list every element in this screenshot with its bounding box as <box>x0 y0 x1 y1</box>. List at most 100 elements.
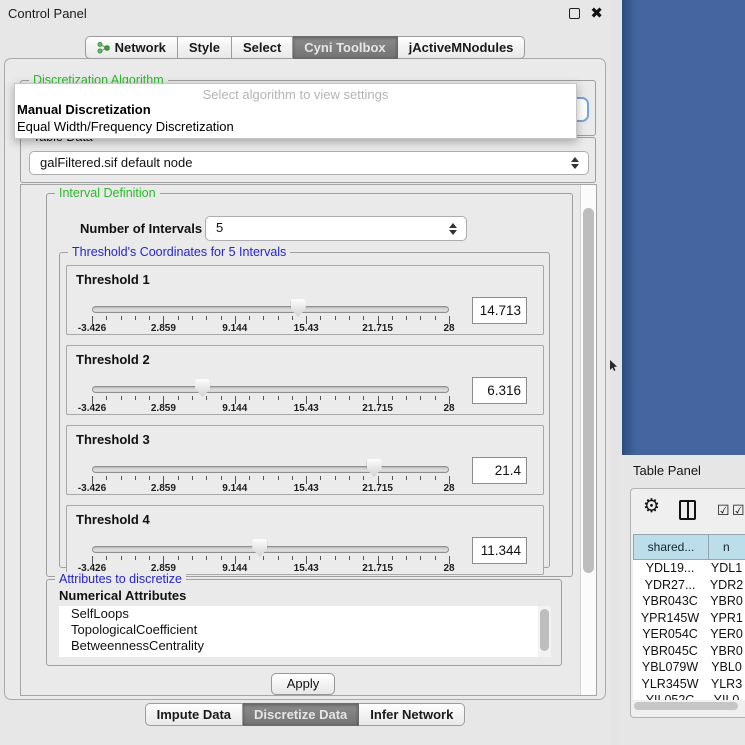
cell-name[interactable]: YBR0 <box>707 593 745 610</box>
tick-mark <box>178 476 179 480</box>
tick-mark <box>420 396 421 400</box>
list-scrollbar[interactable] <box>538 606 551 657</box>
dropdown-option[interactable]: Manual Discretization <box>15 101 576 118</box>
scrollbar-thumb[interactable] <box>540 609 549 651</box>
table-row[interactable]: YLR345WYLR3 <box>633 676 745 693</box>
threshold-value-input[interactable]: 11.344 <box>472 537 527 564</box>
slider-track[interactable] <box>92 466 449 473</box>
cell-shared-name[interactable]: YBR045C <box>633 643 707 660</box>
tick-mark <box>320 316 321 320</box>
cell-shared-name[interactable]: YDL19... <box>633 560 707 577</box>
tab-impute-data[interactable]: Impute Data <box>145 703 243 726</box>
table-row[interactable]: YIL052CYIL0 <box>633 692 745 700</box>
cell-name[interactable]: YER0 <box>707 626 745 643</box>
slider-track[interactable] <box>92 306 449 313</box>
axis-tick-label: -3.426 <box>78 483 106 494</box>
table-row[interactable]: YBR043CYBR0 <box>633 593 745 610</box>
tick-mark <box>292 476 293 480</box>
tick-mark <box>149 316 150 320</box>
tick-mark <box>249 556 250 560</box>
table-row[interactable]: YER054CYER0 <box>633 626 745 643</box>
scrollbar-thumb[interactable] <box>583 208 594 573</box>
tick-mark <box>335 556 336 560</box>
split-view-icon[interactable] <box>679 500 696 520</box>
cell-name[interactable]: YIL0 <box>707 692 745 700</box>
slider-thumb[interactable] <box>291 299 306 317</box>
tick-mark <box>335 476 336 480</box>
cell-shared-name[interactable]: YDR27... <box>633 577 707 594</box>
axis-tick-label: 2.859 <box>151 403 176 414</box>
threshold-label: Threshold 4 <box>76 512 150 527</box>
cell-name[interactable]: YDR2 <box>707 577 745 594</box>
tab-jactivemnodules[interactable]: jActiveMNodules <box>398 36 526 59</box>
checkbox-checked-icon[interactable]: ☑ <box>732 503 745 517</box>
tick-mark <box>149 396 150 400</box>
table-row[interactable]: YBL079WYBL0 <box>633 659 745 676</box>
cell-shared-name[interactable]: YPR145W <box>633 610 707 627</box>
tick-mark <box>121 316 122 320</box>
scrollbar-thumb[interactable] <box>634 702 738 710</box>
slider-track[interactable] <box>92 386 449 393</box>
cell-name[interactable]: YBL0 <box>707 659 745 676</box>
tab-label: Select <box>243 37 281 58</box>
table-row[interactable]: YDL19...YDL1 <box>633 560 745 577</box>
axis-tick-label: 9.144 <box>222 403 247 414</box>
threshold-value-input[interactable]: 14.713 <box>472 297 527 324</box>
attribute-list-item[interactable]: BetweennessCentrality <box>59 638 551 654</box>
column-header-name[interactable]: n <box>709 534 745 560</box>
threshold-value-input[interactable]: 6.316 <box>472 377 527 404</box>
checkbox-checked-icon[interactable]: ☑ <box>717 503 730 517</box>
tick-mark <box>135 476 136 480</box>
axis-tick-label: -3.426 <box>78 323 106 334</box>
horizontal-scrollbar[interactable] <box>633 701 744 711</box>
attribute-list-item[interactable]: SelfLoops <box>59 606 551 622</box>
tab-label: Impute Data <box>157 704 231 725</box>
tick-mark <box>292 556 293 560</box>
slider-thumb[interactable] <box>367 459 382 477</box>
tab-discretize-data[interactable]: Discretize Data <box>243 703 359 726</box>
axis-tick-label: 9.144 <box>222 563 247 574</box>
cell-name[interactable]: YPR1 <box>707 610 745 627</box>
slider-thumb[interactable] <box>195 379 210 397</box>
cell-name[interactable]: YLR3 <box>707 676 745 693</box>
group-title: Attributes to discretize <box>55 572 186 586</box>
table-row[interactable]: YPR145WYPR1 <box>633 610 745 627</box>
dropdown-option[interactable]: Equal Width/Frequency Discretization <box>15 118 576 135</box>
axis-tick-label: 9.144 <box>222 483 247 494</box>
cell-shared-name[interactable]: YER054C <box>633 626 707 643</box>
tab-cyni-toolbox[interactable]: Cyni Toolbox <box>293 36 397 59</box>
tab-network[interactable]: Network <box>85 36 178 59</box>
table-panel: ⚙ ☑ ☑ shared... n YDL19...YDL1YDR27...YD… <box>630 488 745 718</box>
table-row[interactable]: YDR27...YDR2 <box>633 577 745 594</box>
settings-gear-icon[interactable]: ⚙ <box>643 497 660 516</box>
tick-mark <box>363 556 364 560</box>
threshold-value-input[interactable]: 21.4 <box>472 457 527 484</box>
cell-name[interactable]: YDL1 <box>707 560 745 577</box>
tab-infer-network[interactable]: Infer Network <box>359 703 465 726</box>
combo-stepper-icon[interactable] <box>571 157 580 169</box>
vertical-scrollbar[interactable] <box>580 185 596 695</box>
tick-mark <box>149 556 150 560</box>
combo-stepper-icon[interactable] <box>449 223 458 235</box>
cell-shared-name[interactable]: YBR043C <box>633 593 707 610</box>
number-of-intervals-combobox[interactable]: 5 <box>205 216 467 241</box>
tick-mark <box>206 476 207 480</box>
table-row[interactable]: YBR045CYBR0 <box>633 643 745 660</box>
tab-style[interactable]: Style <box>178 36 232 59</box>
cell-shared-name[interactable]: YBL079W <box>633 659 707 676</box>
cell-shared-name[interactable]: YLR345W <box>633 676 707 693</box>
tick-mark <box>292 316 293 320</box>
cell-shared-name[interactable]: YIL052C <box>633 692 707 700</box>
apply-button[interactable]: Apply <box>271 673 335 695</box>
attribute-list-item[interactable]: TopologicalCoefficient <box>59 622 551 638</box>
table-data-combobox[interactable]: galFiltered.sif default node <box>29 151 589 175</box>
slider-track[interactable] <box>92 546 449 553</box>
slider-thumb[interactable] <box>252 539 267 557</box>
float-window-icon[interactable] <box>569 8 580 19</box>
tick-mark <box>349 556 350 560</box>
cell-name[interactable]: YBR0 <box>707 643 745 660</box>
close-icon[interactable]: ✖ <box>590 4 603 22</box>
tick-mark <box>278 316 279 320</box>
tab-select[interactable]: Select <box>232 36 293 59</box>
column-header-shared-name[interactable]: shared... <box>633 534 709 560</box>
